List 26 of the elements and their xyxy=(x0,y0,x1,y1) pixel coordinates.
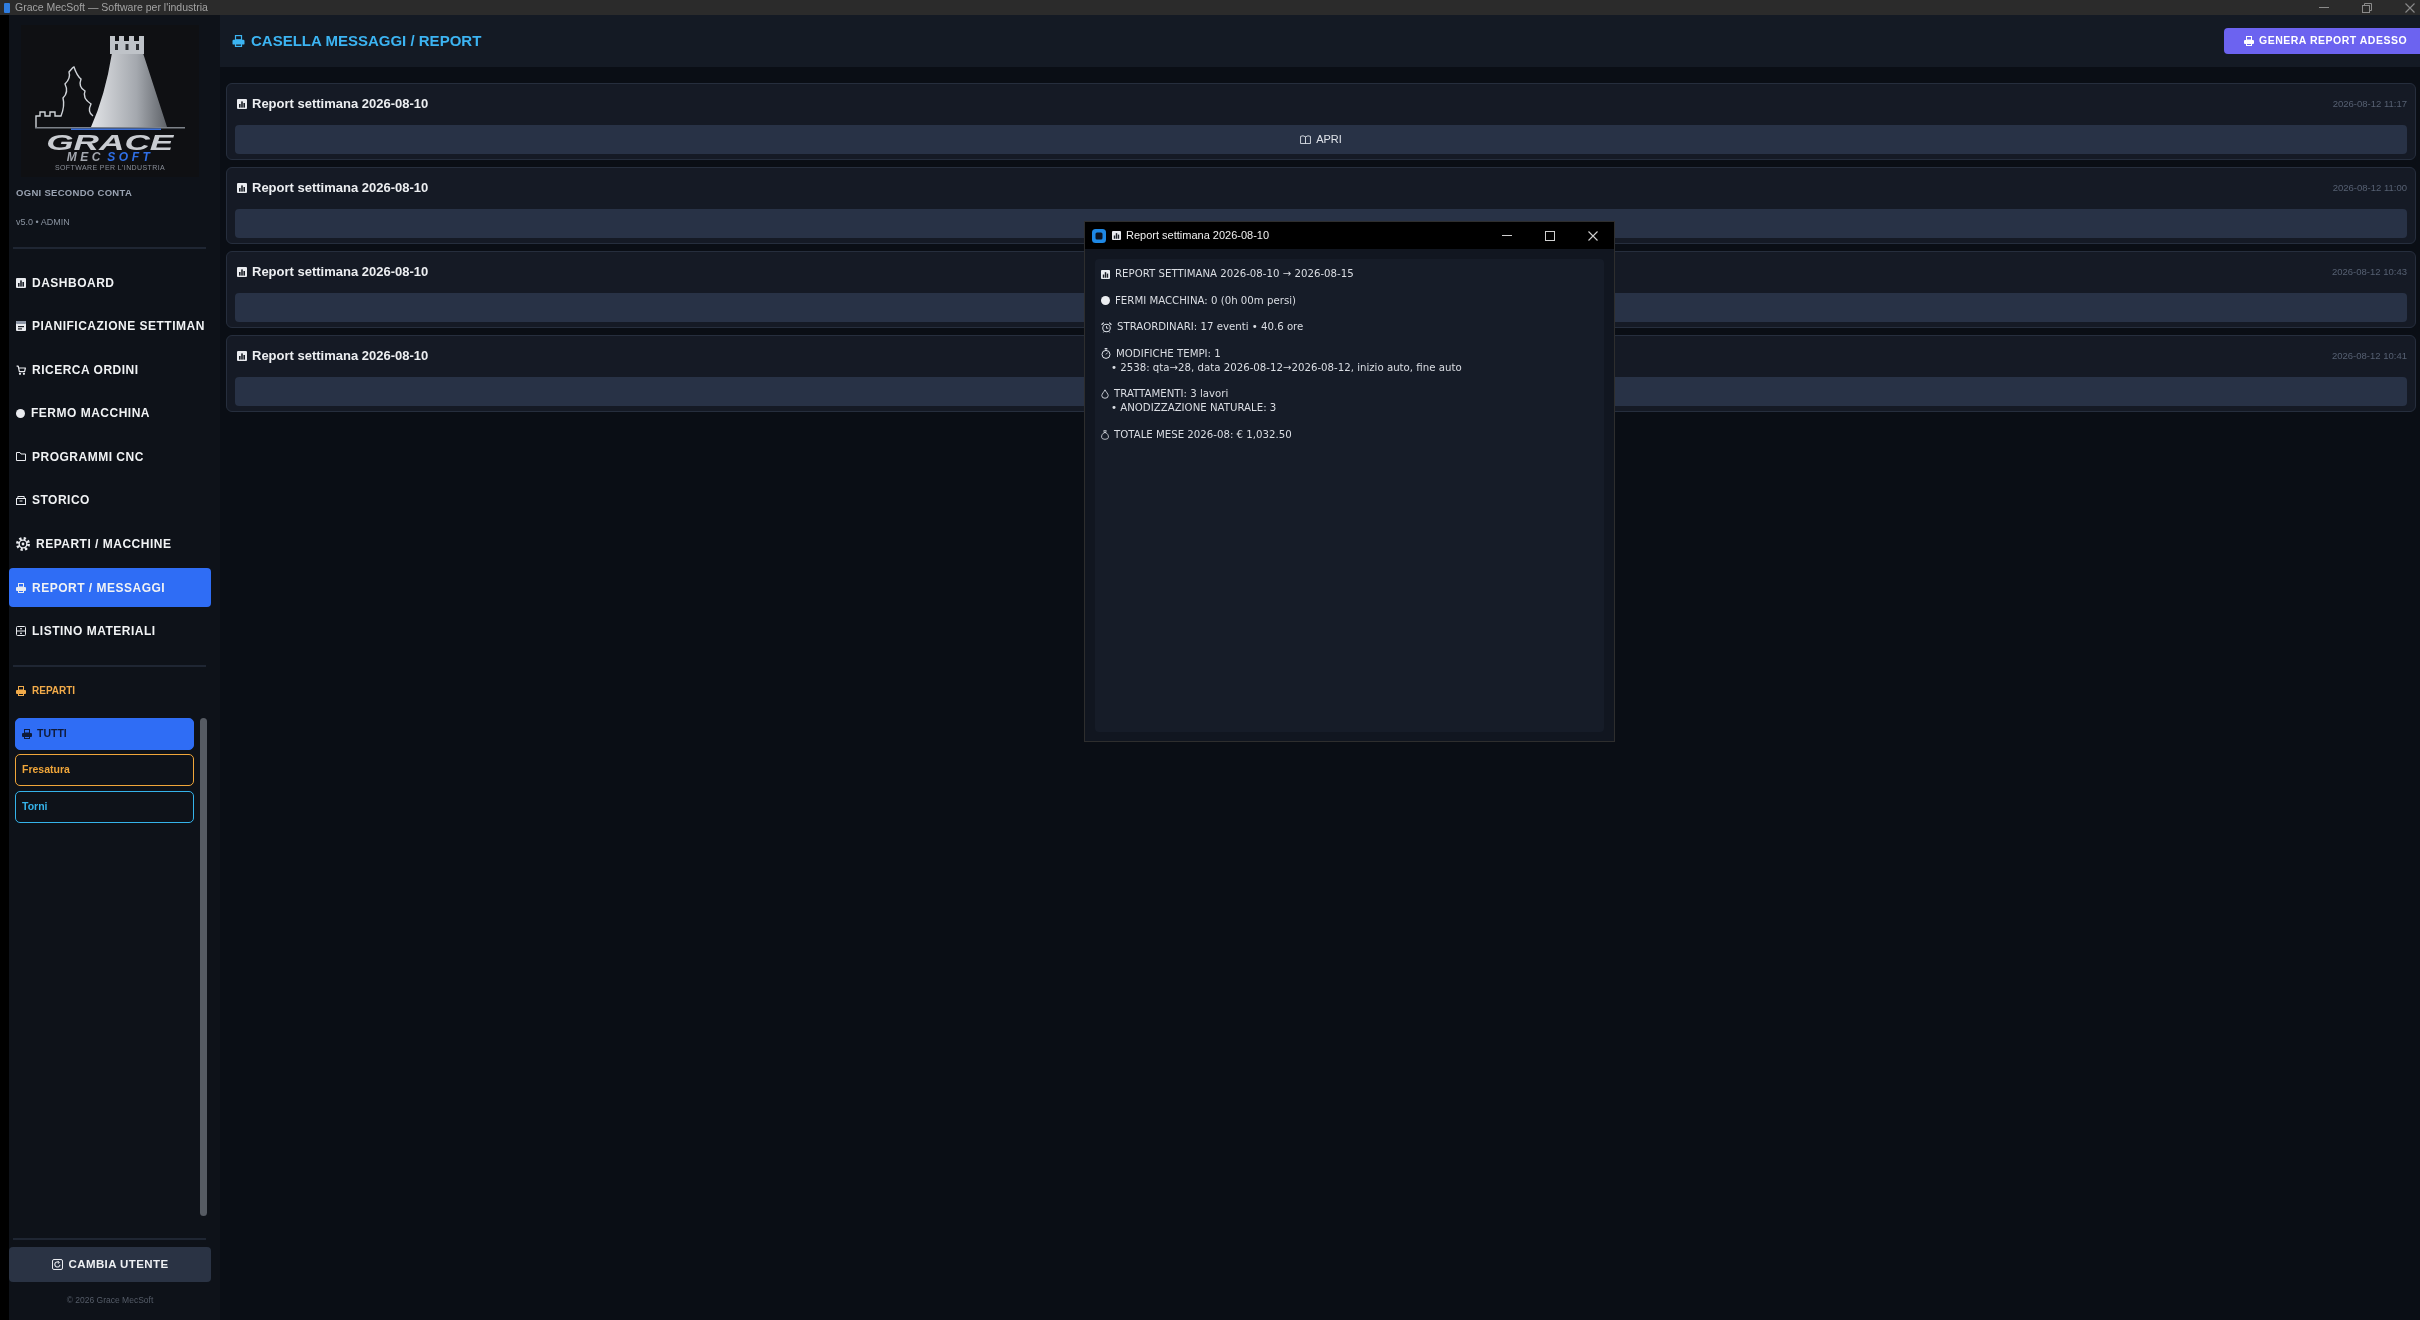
logo-word: SOFT xyxy=(107,152,154,162)
section-title: REPARTI xyxy=(32,684,76,699)
report-timestamp: 2026-08-12 11:00 xyxy=(2332,180,2407,195)
report-title: Report settimana 2026-08-10 xyxy=(252,179,429,198)
report-line: TOTALE MESE 2026-08: € 1,032.50 xyxy=(1114,427,1292,442)
report-timestamp: 2026-08-12 10:41 xyxy=(2332,348,2407,363)
report-line: TRATTAMENTI: 3 lavori xyxy=(1114,387,1229,401)
report-title: Report settimana 2026-08-10 xyxy=(252,347,429,366)
version-label: v5.0 • ADMIN xyxy=(16,216,71,228)
page-title: CASELLA MESSAGGI / REPORT xyxy=(251,30,482,51)
copyright: © 2026 Grace MecSoft xyxy=(65,1293,155,1306)
report-detail: • ANODIZZAZIONE NATURALE: 3 xyxy=(1111,402,1277,413)
app-title: Grace MecSoft — Software per l'industria xyxy=(15,0,208,15)
report-line: MODIFICHE TEMPI: 1 xyxy=(1116,346,1221,361)
report-line: REPORT SETTIMANA 2026-08-10 → 2026-08-15 xyxy=(1115,267,1354,281)
report-line: STRAORDINARI: 17 eventi • 40.6 ore xyxy=(1117,320,1304,334)
report-detail: • 2538: qta→28, data 2026-08-12→2026-08-12, inizio auto, fine auto xyxy=(1111,361,1462,373)
report-timestamp: 2026-08-12 10:43 xyxy=(2332,264,2407,279)
report-title: Report settimana 2026-08-10 xyxy=(252,263,429,282)
report-line: FERMI MACCHINA: 0 (0h 00m persi) xyxy=(1115,293,1296,308)
logo-title: GRACE xyxy=(46,134,174,152)
report-timestamp: 2026-08-12 11:17 xyxy=(2332,96,2407,111)
dialog-title: Report settimana 2026-08-10 xyxy=(1126,228,1270,244)
report-title: Report settimana 2026-08-10 xyxy=(252,95,429,114)
slogan: OGNI SECONDO CONTA xyxy=(16,186,134,198)
logo-word: MEC xyxy=(66,152,104,162)
